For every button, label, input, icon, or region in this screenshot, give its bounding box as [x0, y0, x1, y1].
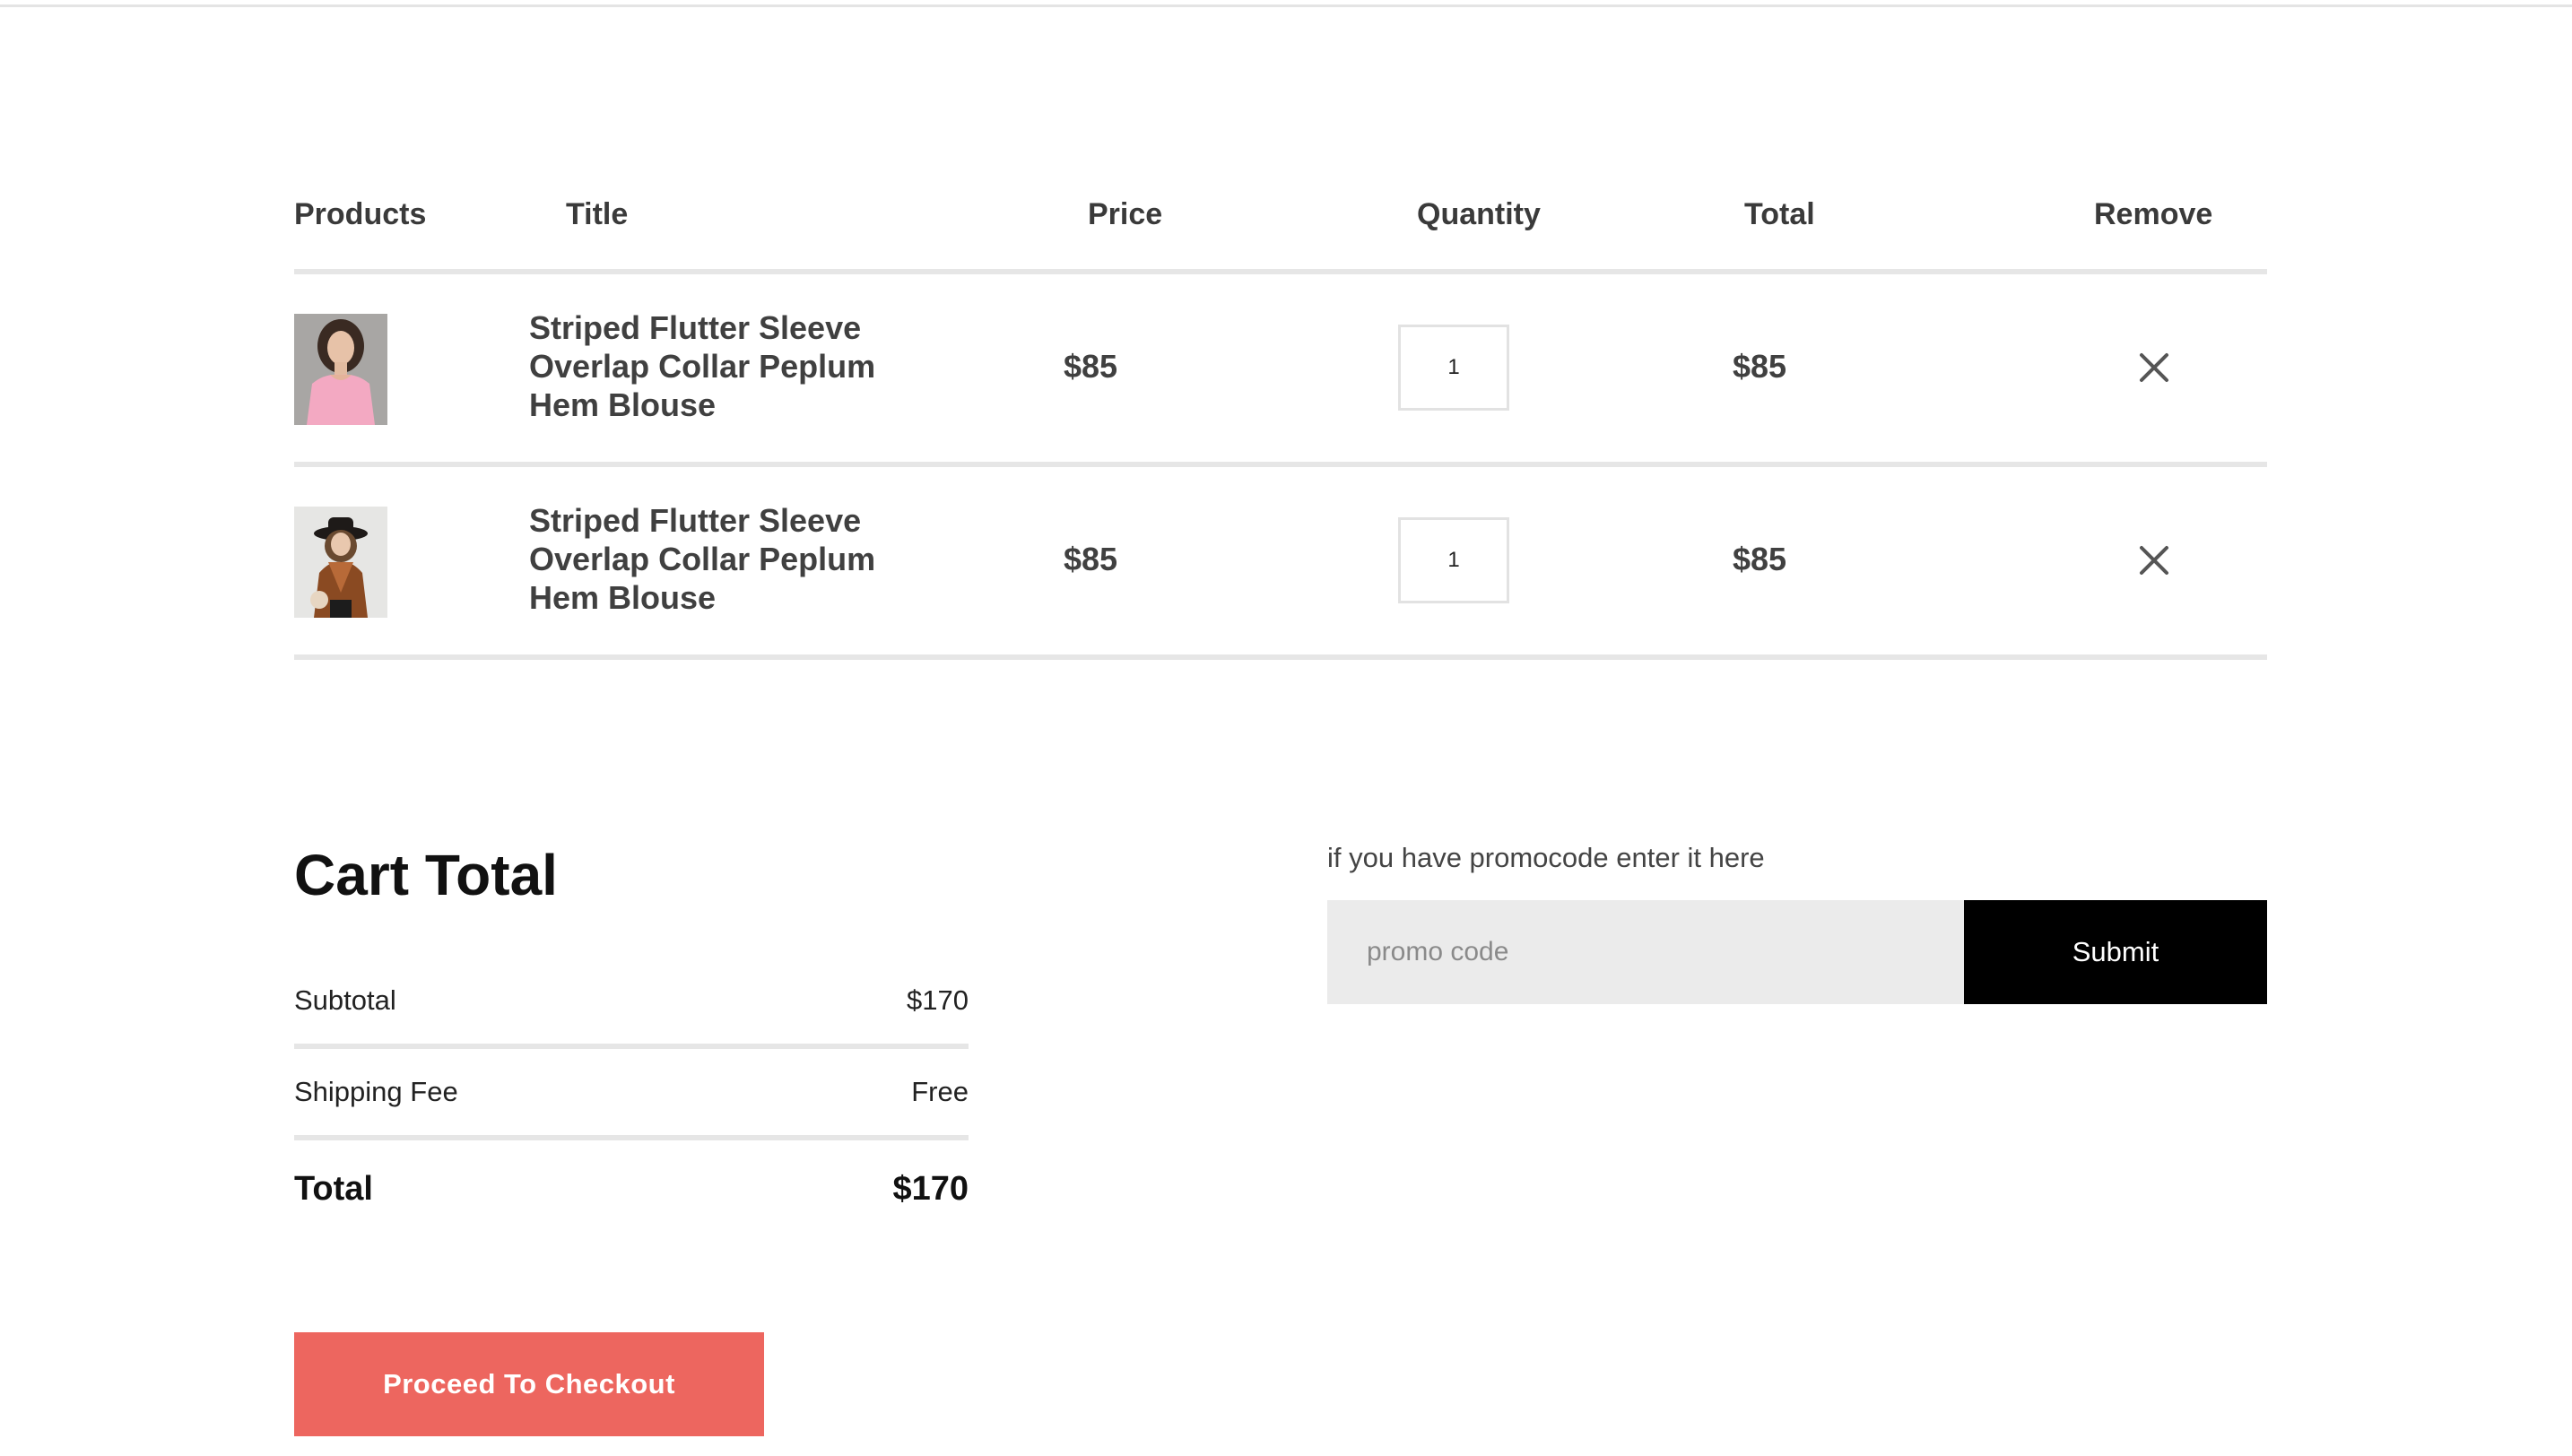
header-quantity: Quantity — [1417, 197, 1541, 231]
total-label: Total — [294, 1169, 373, 1208]
remove-item-button[interactable] — [2133, 539, 2176, 582]
promo-code-input[interactable] — [1327, 900, 1964, 1004]
product-title[interactable]: Striped Flutter Sleeve Overlap Collar Pe… — [529, 308, 924, 424]
product-thumbnail[interactable] — [294, 314, 387, 425]
cart-page: Products Title Price Quantity Total Remo… — [0, 0, 2572, 1456]
close-icon — [2140, 353, 2168, 382]
product-photo-pink-blouse — [294, 314, 387, 425]
product-price: $85 — [1064, 541, 1118, 577]
promo-code-panel: if you have promocode enter it here Subm… — [1327, 839, 2267, 1004]
subtotal-row: Subtotal $170 — [294, 958, 969, 1049]
cart-total-panel: Cart Total Subtotal $170 Shipping Fee Fr… — [294, 839, 969, 1436]
cart-total-heading: Cart Total — [294, 843, 558, 907]
quantity-field[interactable] — [1398, 325, 1509, 411]
total-value: $170 — [892, 1169, 969, 1208]
header-products: Products — [294, 197, 427, 231]
top-divider — [0, 4, 2572, 7]
subtotal-value: $170 — [907, 984, 969, 1016]
line-total: $85 — [1733, 348, 1787, 385]
quantity-field[interactable] — [1398, 517, 1509, 603]
cart-row: Striped Flutter Sleeve Overlap Collar Pe… — [294, 467, 2267, 660]
shipping-row: Shipping Fee Free — [294, 1049, 969, 1140]
promo-code-form: Submit — [1327, 900, 2267, 1004]
cart-table-header: Products Title Price Quantity Total Remo… — [294, 179, 2267, 274]
promo-code-label: if you have promocode enter it here — [1327, 842, 1765, 873]
quantity-input[interactable] — [1401, 327, 1507, 408]
header-total: Total — [1744, 197, 1815, 231]
proceed-to-checkout-button[interactable]: Proceed To Checkout — [294, 1332, 764, 1436]
promo-submit-button[interactable]: Submit — [1964, 900, 2267, 1004]
close-icon — [2140, 546, 2168, 575]
header-price: Price — [1088, 197, 1163, 231]
cart-table: Products Title Price Quantity Total Remo… — [294, 179, 2267, 660]
header-remove: Remove — [2094, 197, 2213, 231]
shipping-label: Shipping Fee — [294, 1076, 458, 1107]
product-photo-brown-outfit — [294, 507, 387, 618]
line-total: $85 — [1733, 541, 1787, 577]
total-row: Total $170 — [294, 1140, 969, 1237]
product-price: $85 — [1064, 348, 1118, 385]
cart-row: Striped Flutter Sleeve Overlap Collar Pe… — [294, 274, 2267, 467]
remove-item-button[interactable] — [2133, 346, 2176, 389]
shipping-value: Free — [911, 1076, 969, 1107]
header-title: Title — [566, 197, 629, 231]
product-title[interactable]: Striped Flutter Sleeve Overlap Collar Pe… — [529, 501, 924, 617]
product-thumbnail[interactable] — [294, 507, 387, 618]
subtotal-label: Subtotal — [294, 984, 396, 1016]
quantity-input[interactable] — [1401, 520, 1507, 601]
